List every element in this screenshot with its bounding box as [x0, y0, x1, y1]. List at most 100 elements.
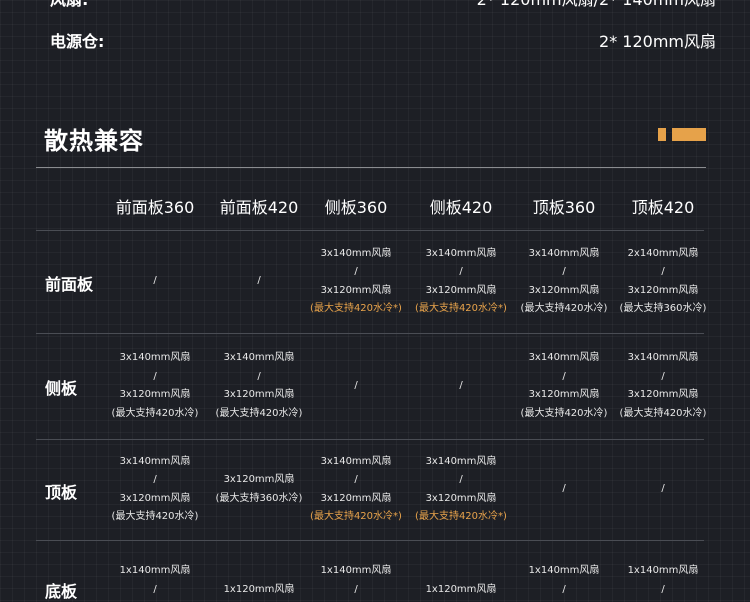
title-accent-small [658, 128, 666, 141]
cell-line: 1x140mm风扇 [627, 565, 699, 576]
column-header: 侧板420 [429, 198, 493, 217]
cell-line: / [153, 583, 157, 595]
cell-line: / [562, 266, 566, 277]
cell-line: 3x120mm风扇 [320, 492, 392, 504]
cell-line: / [153, 275, 157, 287]
column-header: 前面板420 [219, 198, 299, 217]
cell-line: (最大支持420水冷*) [415, 303, 507, 314]
cell-line: 3x120mm风扇 [425, 284, 497, 296]
cell-line: 3x140mm风扇 [320, 247, 392, 259]
table-cell: 1x140mm风扇 / [611, 562, 715, 599]
cell-line: (最大支持420水冷) [215, 407, 303, 419]
table-cell: 3x140mm风扇 / 3x120mm风扇 (最大支持420水冷) [512, 245, 616, 319]
column-header: 顶板360 [532, 198, 596, 217]
cell-line: 3x120mm风扇 [119, 389, 191, 400]
cell-line: / [153, 370, 157, 382]
cell-line: / [562, 483, 566, 495]
cell-line: (最大支持420水冷*) [310, 511, 402, 522]
table-cell: 3x140mm风扇 / 3x120mm风扇 (最大支持420水冷) [207, 349, 311, 423]
section-title: 散热兼容 [44, 127, 144, 155]
cell-line: / [661, 370, 665, 382]
cell-line: (最大支持420水冷) [520, 303, 608, 314]
cell-line: 3x120mm风扇 [223, 474, 295, 485]
table-cell: 3x140mm风扇 / 3x120mm风扇 (最大支持420水冷) [103, 349, 207, 423]
spec-label: 电源仓: [50, 32, 105, 51]
cell-line: / [354, 379, 358, 391]
table-cell: 3x140mm风扇 / 3x120mm风扇 (最大支持420水冷*) [304, 453, 408, 527]
table-cell: 2x140mm风扇 / 3x120mm风扇 (最大支持360水冷) [611, 245, 715, 319]
cell-line: / [459, 266, 463, 277]
cell-line: / [354, 266, 358, 277]
cell-line: (最大支持420水冷) [520, 407, 608, 419]
cell-line: 3x120mm风扇 [223, 389, 295, 400]
row-label: 顶板 [45, 482, 78, 502]
spec-row-fans: 风扇: 2* 120mm风扇/2* 140mm风扇 [0, 0, 750, 10]
table-cell: 1x140mm风扇 / [103, 562, 207, 599]
cell-line: / [354, 583, 358, 595]
spec-label: 风扇: [50, 0, 88, 10]
spec-value: 2* 120mm风扇 [599, 32, 716, 51]
cell-line: 3x140mm风扇 [425, 247, 497, 259]
cell-line: / [459, 474, 463, 485]
cell-line: (最大支持360水冷) [619, 303, 707, 314]
cell-line: 1x140mm风扇 [320, 565, 392, 576]
table-cell: / [611, 480, 715, 499]
table-cell: / [103, 272, 207, 291]
cell-line: 3x120mm风扇 [627, 389, 699, 400]
table-cell: 3x140mm风扇 / 3x120mm风扇 (最大支持420水冷) [611, 349, 715, 423]
cell-line: (最大支持360水冷) [215, 492, 303, 504]
cell-line: / [459, 379, 463, 391]
cell-line: / [562, 583, 566, 595]
table-cell: 3x140mm风扇 / 3x120mm风扇 (最大支持420水冷*) [304, 245, 408, 319]
table-cell: 1x120mm风扇 [409, 581, 513, 600]
cell-line: (最大支持420水冷*) [415, 511, 507, 522]
table-cell: 1x120mm风扇 [207, 581, 311, 600]
cell-line: 3x140mm风扇 [627, 352, 699, 363]
table-cell: 1x140mm风扇 / [512, 562, 616, 599]
table-cell: 3x140mm风扇 / 3x120mm风扇 (最大支持420水冷) [103, 453, 207, 527]
cell-line: 3x120mm风扇 [119, 492, 191, 504]
cell-line: 3x140mm风扇 [528, 247, 600, 259]
cell-line: 3x140mm风扇 [223, 352, 295, 363]
cell-line: 3x120mm风扇 [320, 284, 392, 296]
cell-line: 3x140mm风扇 [425, 455, 497, 467]
cell-line: 3x120mm风扇 [627, 284, 699, 296]
cell-line: 3x140mm风扇 [320, 455, 392, 467]
row-divider [36, 540, 704, 541]
cell-line: 3x140mm风扇 [528, 352, 600, 363]
table-cell: / [207, 272, 311, 291]
cell-line: 2x140mm风扇 [627, 247, 699, 259]
table-cell: / [409, 377, 513, 396]
cell-line: 1x140mm风扇 [528, 565, 600, 576]
cell-line: (最大支持420水冷*) [310, 303, 402, 314]
cell-line: 3x140mm风扇 [119, 455, 191, 467]
table-cell: 3x120mm风扇 (最大支持360水冷) [207, 471, 311, 508]
table-cell: / [304, 377, 408, 396]
column-header: 顶板420 [631, 198, 695, 217]
cell-line: (最大支持420水冷) [619, 407, 707, 419]
spec-row-psu: 电源仓: 2* 120mm风扇 [0, 28, 750, 52]
row-divider [36, 439, 704, 440]
title-divider [36, 167, 706, 168]
title-accent-large [672, 128, 706, 141]
cell-line: 1x120mm风扇 [425, 584, 497, 595]
table-cell: 3x140mm风扇 / 3x120mm风扇 (最大支持420水冷*) [409, 245, 513, 319]
cell-line: 1x140mm风扇 [119, 565, 191, 576]
table-cell: 3x140mm风扇 / 3x120mm风扇 (最大支持420水冷*) [409, 453, 513, 527]
cell-line: / [153, 474, 157, 485]
row-label: 前面板 [45, 274, 94, 294]
row-divider [36, 230, 704, 231]
row-label: 侧板 [45, 379, 78, 398]
cell-line: / [661, 266, 665, 277]
cell-line: (最大支持420水冷) [111, 511, 199, 522]
cell-line: (最大支持420水冷) [111, 407, 199, 419]
row-label: 底板 [45, 582, 78, 601]
table-cell: / [512, 480, 616, 499]
column-header: 侧板360 [324, 198, 388, 217]
cell-line: / [661, 583, 665, 595]
table-cell: 1x140mm风扇 / [304, 562, 408, 599]
cell-line: / [257, 275, 261, 287]
table-cell: 3x140mm风扇 / 3x120mm风扇 (最大支持420水冷) [512, 349, 616, 423]
cell-line: 3x120mm风扇 [528, 284, 600, 296]
cell-line: / [257, 370, 261, 382]
